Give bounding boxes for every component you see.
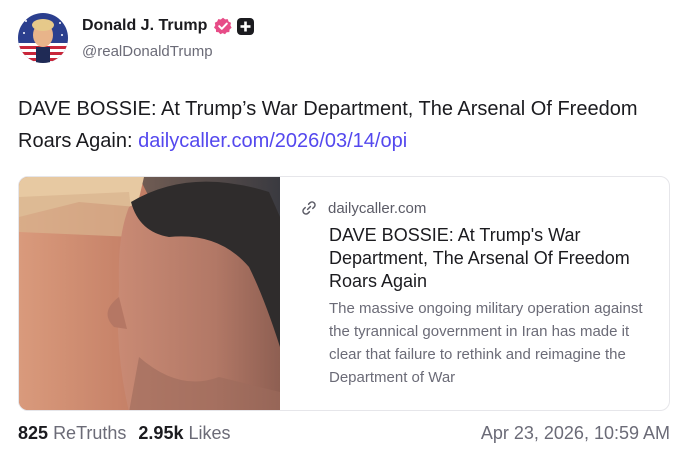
link-title[interactable]: DAVE BOSSIE: At Trump's War Department, … (329, 224, 649, 293)
likes-stat[interactable]: 2.95k Likes (138, 423, 230, 443)
author-handle[interactable]: @realDonaldTrump (82, 43, 213, 60)
link-preview-image[interactable] (19, 177, 280, 410)
post-text: DAVE BOSSIE: At Trump’s War Department, … (18, 93, 658, 157)
likes-label: Likes (188, 423, 231, 443)
truth-post: Donald J. Trump @realDonaldTrump DAVE BO… (0, 0, 690, 450)
verified-badge-icon (214, 17, 232, 35)
retruths-count: 825 (18, 423, 49, 443)
link-description: The massive ongoing military operation a… (329, 300, 643, 386)
post-link[interactable]: dailycaller.com/2026/03/14/opi (138, 130, 407, 152)
link-icon (302, 201, 316, 215)
author-name[interactable]: Donald J. Trump (82, 17, 207, 35)
retruths-stat[interactable]: 825 ReTruths (18, 423, 126, 443)
link-preview-card[interactable]: dailycaller.com DAVE BOSSIE: At Trump's … (18, 176, 670, 411)
plus-icon (237, 18, 254, 35)
link-domain: dailycaller.com (328, 199, 427, 217)
author-avatar[interactable] (18, 13, 68, 63)
link-domain-row: dailycaller.com (300, 198, 426, 218)
likes-count: 2.95k (138, 423, 184, 443)
post-stats: 825 ReTruths 2.95k Likes (18, 423, 231, 444)
retruths-label: ReTruths (53, 423, 127, 443)
post-timestamp[interactable]: Apr 23, 2026, 10:59 AM (481, 423, 670, 444)
